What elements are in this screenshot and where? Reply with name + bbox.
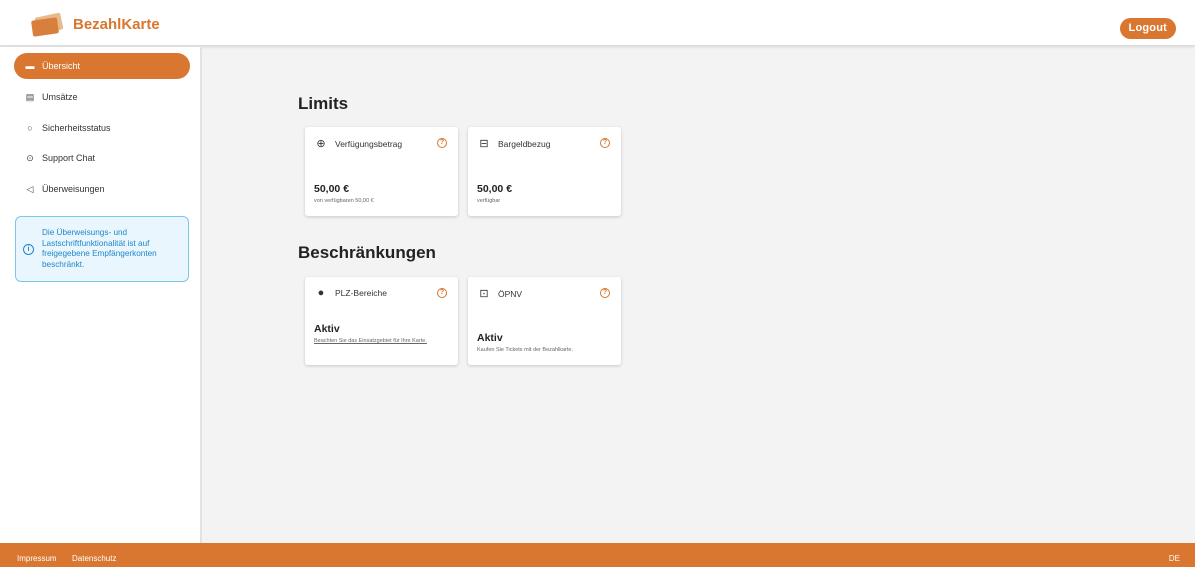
sidebar-item-sicherheitsstatus[interactable]: ○ Sicherheitsstatus — [14, 115, 190, 141]
help-icon: ⊙ — [26, 152, 34, 163]
restriction-card-plz: ● PLZ-Bereiche ? Aktiv Beachten Sie das … — [305, 277, 458, 365]
receipt-icon: ▤ — [25, 91, 35, 102]
limits-heading: Limits — [298, 94, 349, 113]
coins-icon: ⊕ — [316, 138, 326, 150]
footer: Impressum Datenschutz DE — [0, 543, 1195, 567]
sidebar-item-label: Überweisungen — [42, 184, 105, 194]
help-icon[interactable]: ? — [600, 138, 610, 148]
logo[interactable]: BezahlKarte — [31, 12, 160, 37]
card-label: ÖPNV — [498, 288, 523, 299]
info-text: Die Überweisungs- und Lastschriftfunktio… — [42, 228, 157, 269]
bus-icon: ⊡ — [479, 288, 489, 300]
limit-card-verfuegungsbetrag: ⊕ Verfügungsbetrag ? 50,00 € von verfügb… — [305, 127, 458, 216]
sidebar-item-label: Übersicht — [42, 61, 81, 71]
location-pin-icon: ● — [317, 287, 325, 299]
help-icon[interactable]: ? — [600, 288, 610, 298]
sidebar: ▬ Übersicht ▤ Umsätze ○ Sicherheitsstatu… — [0, 47, 202, 543]
card-value: Aktiv — [477, 332, 503, 344]
help-icon[interactable]: ? — [437, 288, 447, 298]
card-label: Verfügungsbetrag — [335, 138, 403, 149]
sidebar-item-label: Umsätze — [42, 92, 78, 102]
sidebar-item-ueberweisungen[interactable]: ◁ Überweisungen — [14, 176, 190, 202]
card-icon: ▬ — [25, 61, 35, 71]
help-icon[interactable]: ? — [437, 138, 447, 148]
impressum-link[interactable]: Impressum — [17, 543, 57, 567]
language-switch[interactable]: DE — [1169, 543, 1180, 567]
card-subtext: verfügbar — [477, 198, 501, 204]
shield-icon: ○ — [27, 123, 33, 133]
sidebar-item-uebersicht[interactable]: ▬ Übersicht — [14, 53, 190, 79]
send-icon: ◁ — [26, 183, 34, 194]
logout-button[interactable]: Logout — [1119, 18, 1176, 39]
card-subtext: von verfügbaren 50,00 € — [314, 198, 374, 204]
info-icon: i — [23, 243, 34, 255]
datenschutz-link[interactable]: Datenschutz — [72, 543, 116, 567]
limit-card-bargeldbezug: ⊟ Bargeldbezug ? 50,00 € verfügbar — [468, 127, 621, 216]
info-alert: i Die Überweisungs- und Lastschriftfunkt… — [15, 216, 189, 282]
card-value: 50,00 € — [314, 183, 350, 195]
restrictions-heading: Beschränkungen — [298, 243, 436, 262]
card-logo-icon — [31, 12, 64, 37]
sidebar-item-label: Support Chat — [42, 153, 96, 163]
app-header: BezahlKarte Logout — [0, 0, 1195, 46]
sidebar-item-support-chat[interactable]: ⊙ Support Chat — [14, 145, 190, 171]
card-label: PLZ-Bereiche — [335, 288, 387, 298]
cash-icon: ⊟ — [479, 138, 489, 150]
card-value: 50,00 € — [477, 183, 513, 195]
sidebar-item-umsaetze[interactable]: ▤ Umsätze — [14, 84, 190, 110]
plz-info-link[interactable]: Beachten Sie das Einsatzgebiet für Ihre … — [314, 338, 444, 345]
logo-text: BezahlKarte — [73, 15, 160, 33]
sidebar-item-label: Sicherheitsstatus — [42, 123, 111, 133]
card-value: Aktiv — [314, 323, 340, 335]
card-subtext: Kaufen Sie Tickets mit der Bezahlkarte. — [477, 347, 573, 353]
restriction-card-oepnv: ⊡ ÖPNV ? Aktiv Kaufen Sie Tickets mit de… — [468, 277, 621, 365]
card-label: Bargeldbezug — [498, 138, 551, 149]
